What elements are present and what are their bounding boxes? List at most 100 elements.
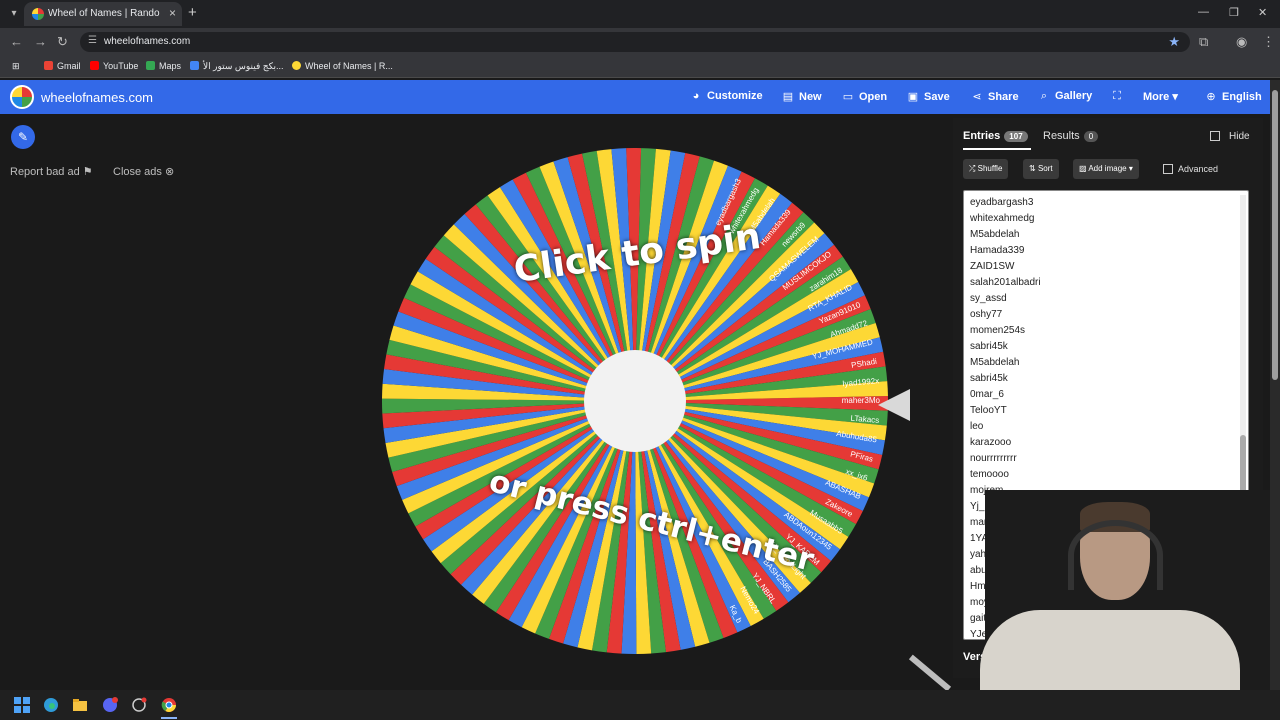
gmail-icon (44, 61, 53, 70)
entry-line[interactable]: leo (970, 419, 1041, 435)
entry-line[interactable]: temoooo (970, 467, 1041, 483)
folder-icon: ▭ (842, 91, 854, 103)
wheel-logo-icon[interactable] (10, 85, 34, 109)
entry-line[interactable]: ZAID1SW (970, 259, 1041, 275)
close-tab-icon[interactable]: × (169, 6, 176, 20)
file-explorer-icon[interactable] (72, 697, 88, 713)
entry-line[interactable]: oshy77 (970, 307, 1041, 323)
reload-icon[interactable]: ↻ (57, 34, 68, 50)
apps-grid-icon[interactable]: ⊞ (12, 61, 20, 72)
page-scrollbar[interactable] (1270, 80, 1280, 690)
new-button[interactable]: ▤ New (782, 90, 822, 103)
discord-icon[interactable] (102, 697, 118, 713)
image-icon: ▨ (1079, 164, 1087, 173)
url-text: wheelofnames.com (104, 36, 191, 47)
new-tab-icon[interactable]: + (188, 4, 197, 21)
pencil-icon: ✎ (17, 130, 29, 144)
gallery-button[interactable]: ⌕ Gallery (1038, 90, 1092, 103)
wheel-center[interactable] (584, 350, 686, 452)
advanced-label: Advanced (1178, 164, 1219, 174)
edit-pencil-button[interactable]: ✎ (11, 125, 35, 149)
entry-line[interactable]: salah201albadri (970, 275, 1041, 291)
report-bad-ad-link[interactable]: Report bad ad ⚑ (10, 165, 93, 178)
brand-title[interactable]: wheelofnames.com (41, 90, 153, 105)
tab-entries[interactable]: Entries 107 (963, 130, 1028, 142)
share-button[interactable]: ⋖ Share (971, 90, 1018, 103)
entry-line[interactable]: 0mar_6 (970, 387, 1041, 403)
browser-tab[interactable]: Wheel of Names | Random nam × (24, 2, 182, 26)
wheel-graphic[interactable]: eyadbargash3whitexahmedgM5abdelahHamada3… (380, 148, 890, 658)
edge-browser-icon[interactable] (43, 697, 59, 713)
app-header: wheelofnames.com ◕ Customize ▤ New ▭ Open ▣… (0, 80, 1270, 114)
bookmark-store[interactable]: بكج فينوس ستور الأ... (190, 61, 284, 72)
close-window-icon[interactable]: ✕ (1258, 6, 1267, 19)
shuffle-button[interactable]: ⤮ Shuffle (963, 159, 1009, 179)
site-info-icon[interactable]: ☰ (88, 35, 97, 46)
wheel-favicon-icon (292, 61, 301, 70)
more-button[interactable]: More ▾ (1143, 90, 1178, 103)
spin-wheel[interactable]: eyadbargash3 whitexahmedg M5abdelah Hamada3… (380, 148, 890, 658)
chrome-icon[interactable] (161, 697, 177, 713)
wheel-pointer-arrow (878, 389, 910, 421)
entry-line[interactable]: whitexahmedg (970, 211, 1041, 227)
share-icon: ⋖ (972, 91, 982, 103)
save-icon: ▣ (907, 91, 919, 103)
tab-results[interactable]: Results 0 (1043, 130, 1099, 142)
close-ads-link[interactable]: Close ads ⊗ (113, 165, 174, 178)
wheel-entry-label: maher3Mo (842, 396, 881, 405)
forward-icon[interactable]: → (34, 34, 47, 49)
menu-kebab-icon[interactable]: ⋮ (1262, 34, 1275, 50)
minimize-icon[interactable]: — (1198, 6, 1209, 18)
active-app-indicator (161, 717, 177, 719)
fullscreen-button[interactable]: ⛶ (1111, 90, 1128, 103)
scrollbar-thumb[interactable] (1272, 90, 1278, 380)
entry-line[interactable]: sabri45k (970, 339, 1041, 355)
entry-line[interactable]: M5abdelah (970, 227, 1041, 243)
windows-start-icon[interactable] (14, 697, 30, 713)
entry-line[interactable]: eyadbargash3 (970, 195, 1041, 211)
add-image-button[interactable]: ▨ Add image ▾ (1073, 159, 1139, 179)
bookmark-gmail[interactable]: Gmail (44, 61, 81, 71)
bookmark-star-icon[interactable]: ★ (1168, 34, 1180, 50)
maps-icon (146, 61, 155, 70)
customize-button[interactable]: ◕ Customize (690, 90, 763, 102)
browser-toolbar: ← → ↻ ☰ wheelofnames.com ★ ⧉ ◉ ⋮ (0, 28, 1280, 56)
entry-line[interactable]: sabri45k (970, 371, 1041, 387)
chevron-down-icon: ▾ (1172, 91, 1178, 103)
shuffle-icon: ⤮ (969, 164, 976, 173)
entry-line[interactable]: Hamada339 (970, 243, 1041, 259)
mic-stand (908, 654, 952, 692)
advanced-checkbox[interactable] (1163, 164, 1173, 174)
headset (1068, 520, 1163, 590)
youtube-icon (90, 61, 99, 70)
app-icon[interactable] (131, 697, 147, 713)
extensions-icon[interactable]: ⧉ (1199, 34, 1208, 50)
language-button[interactable]: ⊕ English (1205, 90, 1261, 103)
entry-line[interactable]: nourrrrrrrrr (970, 451, 1041, 467)
entry-line[interactable]: TelooYT (970, 403, 1041, 419)
restore-icon[interactable]: ❐ (1229, 6, 1239, 19)
address-bar[interactable]: ☰ wheelofnames.com ★ (80, 32, 1190, 52)
docs-icon (190, 61, 199, 70)
entries-count-badge: 107 (1004, 131, 1028, 142)
palette-icon: ◕ (692, 90, 700, 102)
entry-line[interactable]: M5abdelah (970, 355, 1041, 371)
bookmark-wheel[interactable]: Wheel of Names | R... (292, 61, 393, 71)
bookmarks-bar: ⊞ Gmail YouTube Maps بكج فينوس ستور الأ.… (0, 56, 1280, 78)
entry-line[interactable]: momen254s (970, 323, 1041, 339)
tab-search-icon[interactable]: ▾ (6, 6, 22, 22)
windows-taskbar (0, 690, 1280, 720)
save-button[interactable]: ▣ Save (907, 90, 950, 103)
profile-icon[interactable]: ◉ (1236, 34, 1247, 50)
open-button[interactable]: ▭ Open (842, 90, 887, 103)
sort-button[interactable]: ⇅ Sort (1023, 159, 1059, 179)
close-circle-icon: ⊗ (164, 166, 175, 178)
entry-line[interactable]: karazooo (970, 435, 1041, 451)
entry-line[interactable]: sy_assd (970, 291, 1041, 307)
wheel-favicon-icon (32, 8, 44, 20)
bookmark-maps[interactable]: Maps (146, 61, 181, 71)
back-icon[interactable]: ← (10, 34, 23, 49)
hide-checkbox[interactable] (1210, 131, 1220, 141)
bookmark-youtube[interactable]: YouTube (90, 61, 138, 71)
browser-tab-bar: ▾ Wheel of Names | Random nam × + — ❐ ✕ (0, 0, 1280, 28)
